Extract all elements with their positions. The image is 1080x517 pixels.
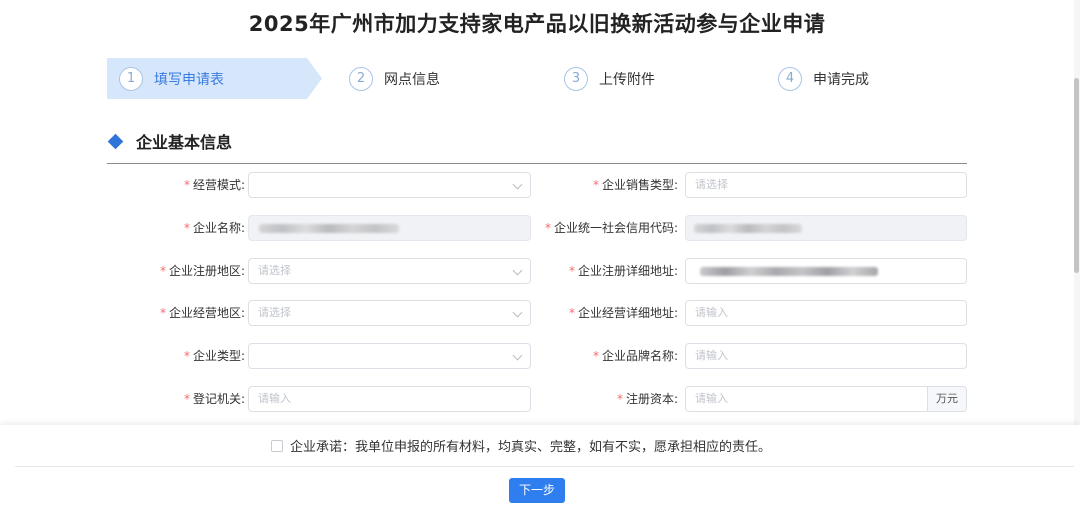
brand-name-label: * 企业品牌名称: bbox=[592, 349, 678, 363]
form-row: * 经营模式: * 企业销售类型: 请选择 bbox=[0, 172, 1080, 198]
reg-region-label: * 企业注册地区: bbox=[159, 264, 245, 278]
reg-address-label: * 企业注册详细地址: bbox=[568, 264, 678, 278]
required-mark: * bbox=[183, 392, 190, 406]
form-row: * 企业注册地区: 请选择 * 企业注册详细地址: bbox=[0, 258, 1080, 284]
reg-address-input[interactable] bbox=[685, 258, 967, 284]
reg-region-placeholder: 请选择 bbox=[258, 264, 291, 277]
company-name-label: * 企业名称: bbox=[183, 221, 245, 235]
brand-name-placeholder: 请输入 bbox=[695, 349, 728, 362]
required-mark: * bbox=[568, 264, 575, 278]
reg-capital-unit: 万元 bbox=[927, 387, 966, 411]
credit-code-label: * 企业统一社会信用代码: bbox=[544, 221, 678, 235]
required-mark: * bbox=[183, 349, 190, 363]
required-mark: * bbox=[183, 221, 190, 235]
step-progress: 1 填写申请表 2 网点信息 3 上传附件 4 申请完成 bbox=[107, 58, 967, 99]
diamond-icon bbox=[107, 133, 124, 149]
reg-capital-input[interactable]: 请输入 万元 bbox=[685, 386, 967, 412]
section-title: 企业基本信息 bbox=[136, 133, 233, 152]
page-title: 2025年广州市加力支持家电产品以旧换新活动参与企业申请 bbox=[248, 12, 826, 36]
required-mark: * bbox=[616, 392, 623, 406]
pledge-checkbox[interactable] bbox=[271, 439, 283, 452]
company-name-input[interactable] bbox=[248, 215, 531, 241]
pledge-row: 企业承诺：我单位申报的所有材料，均真实、完整，如有不实，愿承担相应的责任。 bbox=[271, 436, 771, 455]
pledge-text: 企业承诺：我单位申报的所有材料，均真实、完整，如有不实，愿承担相应的责任。 bbox=[290, 440, 772, 455]
step-3: 3 上传附件 bbox=[564, 58, 655, 99]
step-1-number: 1 bbox=[119, 66, 143, 91]
chevron-down-icon bbox=[512, 179, 523, 190]
company-type-select[interactable] bbox=[248, 343, 531, 369]
next-button[interactable]: 下一步 bbox=[509, 478, 565, 503]
reg-authority-label: * 登记机关: bbox=[183, 392, 245, 406]
section-header: 企业基本信息 bbox=[107, 129, 232, 153]
form-row: * 企业经营地区: 请选择 * 企业经营详细地址: 请输入 bbox=[0, 300, 1080, 326]
section-divider bbox=[107, 163, 967, 164]
step-2-number: 2 bbox=[349, 66, 373, 91]
step-3-number: 3 bbox=[564, 66, 588, 91]
footer-bar: 企业承诺：我单位申报的所有材料，均真实、完整，如有不实，愿承担相应的责任。 下一… bbox=[0, 425, 1080, 517]
step-3-label: 上传附件 bbox=[599, 71, 655, 88]
required-mark: * bbox=[159, 306, 166, 320]
company-type-label: * 企业类型: bbox=[183, 349, 245, 363]
step-2: 2 网点信息 bbox=[349, 58, 440, 99]
business-mode-label: * 经营模式: bbox=[183, 178, 245, 192]
op-region-placeholder: 请选择 bbox=[258, 306, 291, 319]
sales-type-placeholder: 请选择 bbox=[695, 178, 728, 191]
step-4-label: 申请完成 bbox=[813, 71, 869, 88]
form-row: * 企业类型: * 企业品牌名称: 请输入 bbox=[0, 343, 1080, 369]
reg-region-select[interactable]: 请选择 bbox=[248, 258, 531, 284]
required-mark: * bbox=[159, 264, 166, 278]
op-region-select[interactable]: 请选择 bbox=[248, 300, 531, 326]
form-row: * 登记机关: 请输入 * 注册资本: 请输入 万元 bbox=[0, 386, 1080, 412]
op-address-input[interactable]: 请输入 bbox=[685, 300, 967, 326]
brand-name-input[interactable]: 请输入 bbox=[685, 343, 967, 369]
credit-code-input[interactable] bbox=[685, 215, 967, 241]
required-mark: * bbox=[592, 178, 599, 192]
chevron-down-icon bbox=[512, 350, 523, 361]
op-address-label: * 企业经营详细地址: bbox=[568, 306, 678, 320]
step-1-label: 填写申请表 bbox=[154, 71, 224, 88]
chevron-down-icon bbox=[512, 265, 523, 276]
redacted-value bbox=[694, 224, 802, 233]
reg-capital-placeholder: 请输入 bbox=[695, 392, 728, 405]
step-4: 4 申请完成 bbox=[778, 58, 869, 99]
form-row: * 企业名称: * 企业统一社会信用代码: bbox=[0, 215, 1080, 241]
business-mode-select[interactable] bbox=[248, 172, 531, 198]
step-4-number: 4 bbox=[778, 66, 802, 91]
step-1: 1 填写申请表 bbox=[119, 58, 224, 99]
op-address-placeholder: 请输入 bbox=[695, 306, 728, 319]
reg-authority-placeholder: 请输入 bbox=[258, 392, 291, 405]
sales-type-select[interactable]: 请选择 bbox=[685, 172, 967, 198]
required-mark: * bbox=[544, 221, 551, 235]
required-mark: * bbox=[568, 306, 575, 320]
footer-divider bbox=[15, 466, 1074, 467]
step-2-label: 网点信息 bbox=[384, 71, 440, 88]
reg-capital-label: * 注册资本: bbox=[616, 392, 678, 406]
redacted-value bbox=[259, 224, 399, 233]
redacted-value bbox=[700, 267, 878, 276]
reg-authority-input[interactable]: 请输入 bbox=[248, 386, 531, 412]
op-region-label: * 企业经营地区: bbox=[159, 306, 245, 320]
chevron-down-icon bbox=[512, 307, 523, 318]
scrollbar-thumb[interactable] bbox=[1074, 78, 1079, 273]
sales-type-label: * 企业销售类型: bbox=[592, 178, 678, 192]
required-mark: * bbox=[592, 349, 599, 363]
required-mark: * bbox=[183, 178, 190, 192]
